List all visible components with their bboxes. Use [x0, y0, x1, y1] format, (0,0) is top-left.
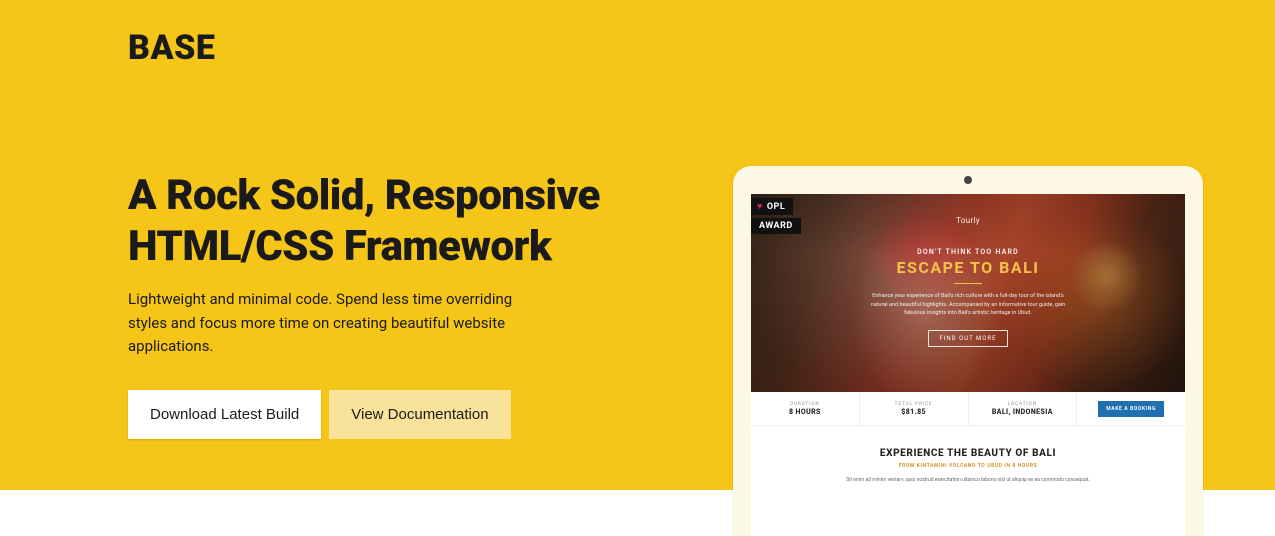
preview-info-bar: DURATION 8 HOURS TOTAL PRICE $81.85 LOCA…: [751, 392, 1185, 426]
info-price: TOTAL PRICE $81.85: [860, 392, 969, 425]
preview-section-2: EXPERIENCE THE BEAUTY OF BALI FROM KINTA…: [751, 426, 1185, 485]
tagline: Lightweight and minimal code. Spend less…: [128, 288, 518, 359]
info-price-label: TOTAL PRICE: [895, 402, 933, 407]
info-price-value: $81.85: [901, 408, 926, 416]
logo[interactable]: BASE: [128, 28, 215, 68]
info-book: MAKE A BOOKING: [1077, 392, 1185, 425]
tablet-mockup: ♥ OPL AWARD Tourly DON'T THINK TOO HARD …: [733, 166, 1203, 536]
info-duration: DURATION 8 HOURS: [751, 392, 860, 425]
info-location-label: LOCATION: [1008, 402, 1037, 407]
hero-section: BASE A Rock Solid, Responsive HTML/CSS F…: [0, 0, 1275, 536]
preview-hero-image: ♥ OPL AWARD Tourly DON'T THINK TOO HARD …: [751, 194, 1185, 392]
tablet-screen: ♥ OPL AWARD Tourly DON'T THINK TOO HARD …: [751, 194, 1185, 536]
download-button[interactable]: Download Latest Build: [128, 390, 321, 439]
cta-row: Download Latest Build View Documentation: [128, 390, 511, 439]
preview-hero-center: DON'T THINK TOO HARD ESCAPE TO BALI Enha…: [751, 248, 1185, 347]
book-button[interactable]: MAKE A BOOKING: [1098, 401, 1164, 417]
info-location: LOCATION BALI, INDONESIA: [969, 392, 1078, 425]
sec2-sub: FROM KINTAMINI VOLCANO TO UBUD IN 8 HOUR…: [751, 463, 1185, 469]
info-duration-label: DURATION: [790, 402, 820, 407]
preview-cta-button[interactable]: FIND OUT MORE: [928, 330, 1007, 347]
tablet-camera-icon: [964, 176, 972, 184]
opl-label: OPL: [767, 202, 785, 212]
info-duration-value: 8 HOURS: [789, 408, 821, 416]
sec2-title: EXPERIENCE THE BEAUTY OF BALI: [751, 448, 1185, 459]
preview-desc: Enhance your experience of Bali's rich c…: [838, 292, 1098, 318]
opl-badge[interactable]: ♥ OPL: [751, 198, 793, 215]
headline: A Rock Solid, Responsive HTML/CSS Framew…: [128, 170, 688, 272]
preview-overline: DON'T THINK TOO HARD: [751, 248, 1185, 256]
preview-brand[interactable]: Tourly: [956, 216, 980, 225]
preview-title: ESCAPE TO BALI: [751, 258, 1185, 277]
award-badge[interactable]: AWARD: [751, 218, 801, 234]
sec2-body: Sit enim ad minim veniam, quis nostrud e…: [808, 477, 1128, 485]
award-label: AWARD: [759, 221, 793, 231]
info-location-value: BALI, INDONESIA: [992, 408, 1053, 416]
docs-button[interactable]: View Documentation: [329, 390, 510, 439]
heart-icon: ♥: [757, 201, 763, 212]
preview-underline: [954, 283, 982, 284]
